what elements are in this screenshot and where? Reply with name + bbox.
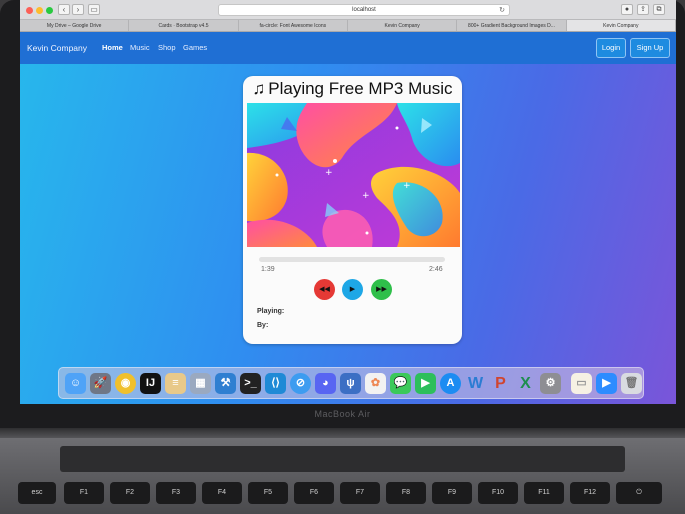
screen: ‹ › ▭ localhost ↻ ● ⇪ ⧉ My Drive – Googl…: [20, 0, 676, 404]
tab-kevin-company[interactable]: Kevin Company: [348, 20, 458, 31]
music-player-card: ♫ Playing Free MP3 Music + + + 1:39 2:46…: [243, 76, 462, 344]
player-title: ♫ Playing Free MP3 Music: [243, 79, 462, 99]
signup-button[interactable]: Sign Up: [630, 38, 670, 58]
forward-button[interactable]: ›: [72, 4, 84, 15]
chrome-icon[interactable]: ◉: [115, 373, 136, 394]
tab-kevin-company-active[interactable]: Kevin Company: [566, 20, 676, 31]
current-time: 1:39: [261, 266, 275, 273]
back-button[interactable]: ‹: [58, 4, 70, 15]
key-power: ⏻: [616, 482, 662, 504]
key-f11: F11: [524, 482, 564, 504]
xcode-icon[interactable]: ⚒: [215, 373, 236, 394]
play-icon: ▶: [349, 286, 356, 293]
nav-link-shop[interactable]: Shop: [158, 43, 176, 52]
brand-link[interactable]: Kevin Company: [27, 43, 87, 53]
finder-icon[interactable]: ☺: [65, 373, 86, 394]
folder-icon[interactable]: ▭: [571, 373, 592, 394]
navbar: Kevin Company Home Music Shop Games Logi…: [20, 32, 676, 64]
backward-icon: ◀◀: [319, 286, 330, 293]
player-title-text: Playing Free MP3 Music: [268, 79, 453, 98]
zoom-icon[interactable]: ▶: [596, 373, 617, 394]
nav-link-games[interactable]: Games: [183, 43, 207, 52]
svg-text:+: +: [362, 191, 370, 201]
terminal-icon[interactable]: >_: [240, 373, 261, 394]
tab-font-awesome[interactable]: fa-circle: Font Awesome Icons: [239, 20, 348, 31]
facetime-icon[interactable]: ▶: [415, 373, 436, 394]
extension-icon[interactable]: ●: [621, 4, 633, 15]
laptop-bezel: ‹ › ▭ localhost ↻ ● ⇪ ⧉ My Drive – Googl…: [0, 0, 685, 428]
minimize-window-icon[interactable]: [36, 7, 43, 14]
intellij-icon[interactable]: IJ: [140, 373, 161, 394]
vscode-icon[interactable]: ⟨⟩: [265, 373, 286, 394]
key-f10: F10: [478, 482, 518, 504]
forward-icon: ▶▶: [376, 286, 387, 293]
laptop-vent: [60, 446, 625, 472]
appstore-icon[interactable]: A: [440, 373, 461, 394]
key-f1: F1: [64, 482, 104, 504]
nav-link-music[interactable]: Music: [130, 43, 150, 52]
rewind-button[interactable]: ◀◀: [314, 279, 335, 300]
key-f2: F2: [110, 482, 150, 504]
album-artwork: + + +: [247, 103, 460, 247]
safari-icon[interactable]: ⊘: [290, 373, 311, 394]
playing-label: Playing:: [257, 308, 285, 315]
trash-icon[interactable]: 🗑: [621, 373, 642, 394]
key-f3: F3: [156, 482, 196, 504]
nav-link-home[interactable]: Home: [102, 43, 123, 52]
key-f4: F4: [202, 482, 242, 504]
login-button[interactable]: Login: [596, 38, 626, 58]
zoom-window-icon[interactable]: [46, 7, 53, 14]
key-f8: F8: [386, 482, 426, 504]
messages-icon[interactable]: 💬: [390, 373, 411, 394]
music-note-icon: ♫: [252, 79, 266, 98]
reload-icon[interactable]: ↻: [499, 5, 505, 16]
browser-toolbar: ‹ › ▭ localhost ↻ ● ⇪ ⧉: [20, 0, 676, 20]
tab-gradient-backgrounds[interactable]: 800+ Gradient Background Images D...: [457, 20, 567, 31]
laptop-model-label: MacBook Air: [314, 409, 371, 419]
duration-time: 2:46: [429, 266, 443, 273]
sourcetree-icon[interactable]: ψ: [340, 373, 361, 394]
address-bar[interactable]: localhost ↻: [218, 4, 510, 16]
progress-bar[interactable]: [259, 257, 445, 262]
tab-google-drive[interactable]: My Drive – Google Drive: [20, 20, 130, 31]
url-text: localhost: [352, 7, 376, 13]
sidebar-icon[interactable]: ▭: [88, 4, 100, 15]
close-window-icon[interactable]: [26, 7, 33, 14]
tab-strip: My Drive – Google Drive Cards · Bootstra…: [20, 20, 676, 32]
tab-bootstrap-cards[interactable]: Cards · Bootstrap v4.5: [129, 20, 239, 31]
word-icon[interactable]: W: [465, 373, 486, 394]
key-f9: F9: [432, 482, 472, 504]
powerpoint-icon[interactable]: P: [490, 373, 511, 394]
excel-icon[interactable]: X: [515, 373, 536, 394]
system-preferences-icon[interactable]: ⚙: [540, 373, 561, 394]
key-f12: F12: [570, 482, 610, 504]
key-f6: F6: [294, 482, 334, 504]
share-icon[interactable]: ⇪: [637, 4, 649, 15]
by-label: By:: [257, 322, 269, 329]
svg-text:+: +: [403, 181, 411, 191]
macos-dock: ☺ 🚀 ◉ IJ ≡ ▦ ⚒ >_ ⟨⟩ ⊘ ◕ ψ ✿ 💬 ▶ A W P X…: [58, 367, 644, 399]
key-f7: F7: [340, 482, 380, 504]
key-f5: F5: [248, 482, 288, 504]
laptop-hinge: [0, 428, 685, 438]
preview-icon[interactable]: ▦: [190, 373, 211, 394]
tabs-overview-icon[interactable]: ⧉: [653, 4, 665, 15]
notes-icon[interactable]: ≡: [165, 373, 186, 394]
forward-button[interactable]: ▶▶: [371, 279, 392, 300]
photos-icon[interactable]: ✿: [365, 373, 386, 394]
play-button[interactable]: ▶: [342, 279, 363, 300]
discord-icon[interactable]: ◕: [315, 373, 336, 394]
key-esc: esc: [18, 482, 56, 504]
svg-text:+: +: [325, 168, 333, 178]
web-page: Kevin Company Home Music Shop Games Logi…: [20, 32, 676, 404]
launchpad-icon[interactable]: 🚀: [90, 373, 111, 394]
